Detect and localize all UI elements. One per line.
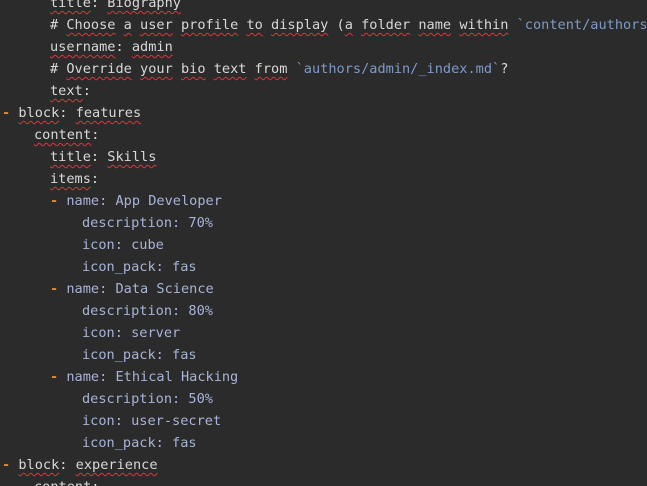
code-token: block — [18, 105, 60, 121]
code-token: folder — [361, 17, 411, 33]
code-token: description: 70% — [82, 215, 213, 231]
code-token: user — [140, 17, 173, 33]
list-dash: - — [50, 369, 67, 385]
code-token: icon: server — [82, 325, 181, 341]
code-token: within — [459, 17, 509, 33]
code-token: Choose — [66, 17, 116, 33]
code-line: icon_pack: fas — [82, 432, 197, 454]
code-line: - name: Data Science — [50, 278, 214, 300]
code-token: icon: user-secret — [82, 413, 222, 429]
code-line: # Override your bio text from `authors/a… — [50, 58, 508, 80]
code-line: content: — [34, 124, 99, 146]
list-dash: - — [2, 457, 19, 473]
code-token: your — [140, 61, 173, 77]
code-token: a — [344, 17, 353, 33]
code-token: icon: cube — [82, 237, 164, 253]
code-line: - name: Ethical Hacking — [50, 366, 238, 388]
code-line: - block: features — [2, 102, 141, 124]
code-token: profile — [180, 17, 239, 33]
list-dash: - — [50, 193, 67, 209]
code-line: description: 50% — [82, 388, 213, 410]
code-token: # — [50, 17, 67, 33]
code-token: : — [90, 171, 100, 187]
code-line: description: 70% — [82, 212, 213, 234]
code-token: # — [50, 61, 67, 77]
code-line: icon_pack: fas — [82, 344, 197, 366]
list-dash: - — [50, 281, 67, 297]
code-token: description: 50% — [82, 391, 213, 407]
code-token: block — [18, 457, 60, 473]
code-token: icon_pack: fas — [82, 435, 197, 451]
code-token: bio — [180, 61, 206, 77]
code-token: title — [50, 149, 91, 165]
code-line: icon: cube — [82, 234, 164, 256]
code-token: : — [59, 457, 76, 473]
code-token: title — [50, 0, 91, 11]
code-token: from — [254, 61, 288, 77]
code-token: Skills — [107, 149, 157, 165]
code-token: : — [90, 149, 108, 165]
code-line: description: 80% — [82, 300, 213, 322]
code-token: a — [123, 17, 132, 33]
code-token: Biography — [107, 0, 181, 11]
code-line: title: Biography — [50, 0, 181, 14]
code-token: admin — [131, 39, 173, 55]
code-token: username — [50, 39, 116, 55]
code-token: text — [213, 61, 247, 77]
code-token: name: Data Science — [66, 281, 214, 297]
code-token: to — [246, 17, 263, 33]
list-dash: - — [2, 105, 19, 121]
code-token: : — [91, 479, 99, 486]
inline-code: `authors/admin/_index.md` — [295, 61, 501, 77]
code-line: icon_pack: fas — [82, 256, 197, 278]
code-token: ? — [500, 61, 509, 77]
code-token: display — [271, 17, 329, 33]
code-line: text: — [50, 80, 91, 102]
code-token: name: App Developer — [66, 193, 222, 209]
code-token: experience — [75, 457, 158, 473]
code-line: # Choose a user profile to display (a fo… — [50, 14, 647, 36]
code-token: icon_pack: fas — [82, 259, 197, 275]
code-token: icon_pack: fas — [82, 347, 197, 363]
code-token: content — [34, 479, 91, 486]
code-token: description: 80% — [82, 303, 213, 319]
code-line: - block: experience — [2, 454, 158, 476]
code-line: content: — [34, 476, 99, 486]
code-line: title: Skills — [50, 146, 156, 168]
code-token: ( — [328, 17, 345, 33]
code-token: : — [115, 39, 132, 55]
code-line: icon: server — [82, 322, 180, 344]
code-token: items — [50, 171, 91, 187]
inline-code: `content/authors/` — [516, 17, 647, 33]
code-token: : — [82, 83, 91, 99]
code-token: features — [75, 105, 142, 121]
code-line: username: admin — [50, 36, 173, 58]
code-line: icon: user-secret — [82, 410, 221, 432]
code-line: items: — [50, 168, 99, 190]
code-token: : — [91, 127, 100, 143]
code-token: : — [90, 0, 108, 11]
code-token: text — [50, 83, 83, 99]
code-token: : — [59, 105, 76, 121]
code-token: name: Ethical Hacking — [66, 369, 239, 385]
code-editor[interactable]: title: Biography # Choose a user profile … — [0, 0, 647, 486]
code-token: content — [34, 127, 92, 143]
code-token: name — [418, 17, 452, 33]
code-token: Override — [66, 61, 132, 77]
code-line: - name: App Developer — [50, 190, 222, 212]
